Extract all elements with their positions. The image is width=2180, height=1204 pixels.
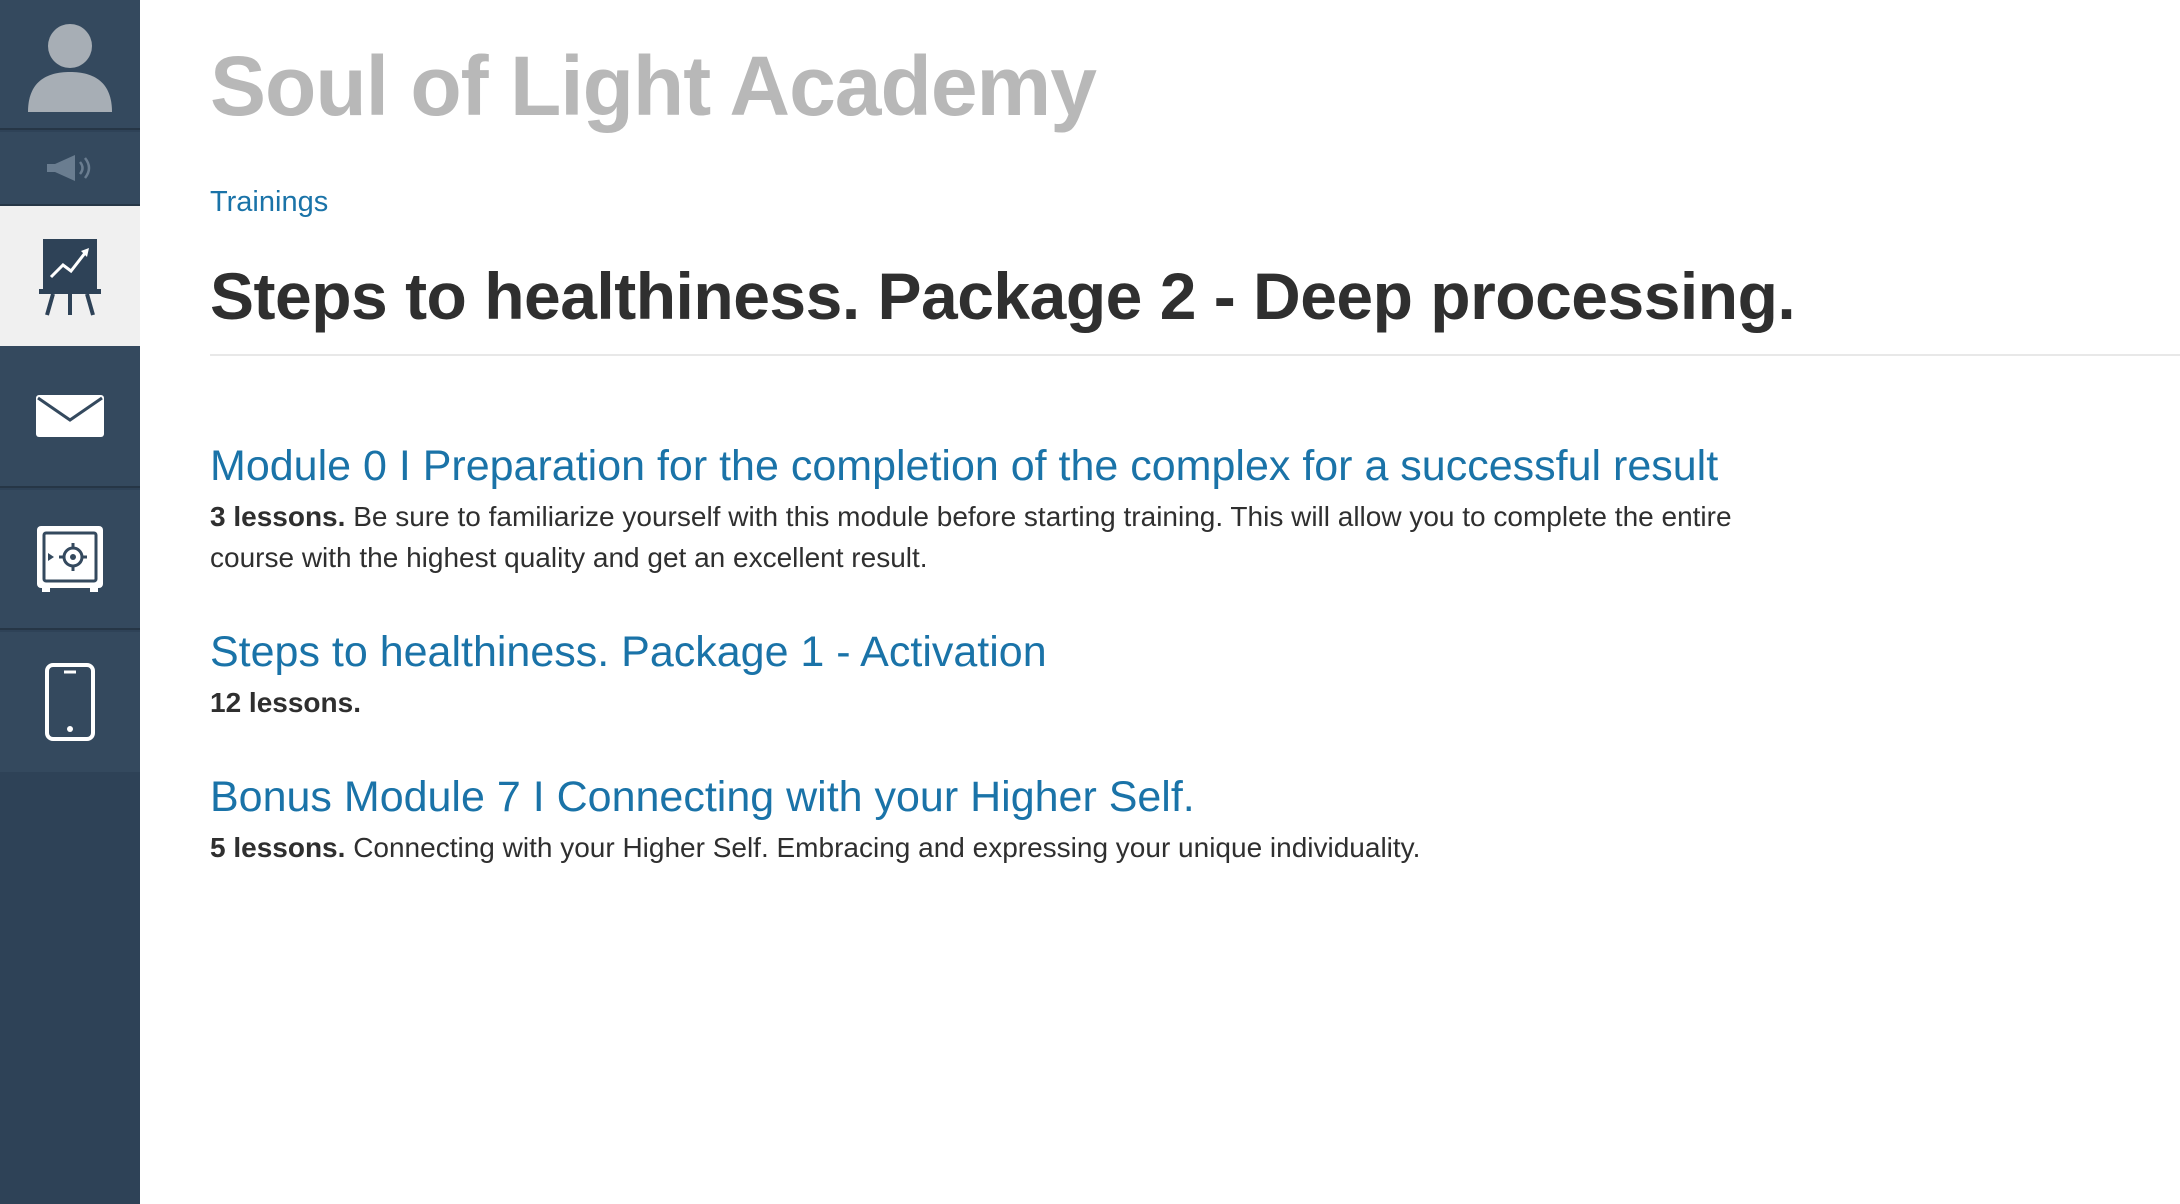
module-lesson-count: 12 lessons.: [210, 687, 361, 718]
title-divider: [210, 354, 2180, 356]
module-description: 5 lessons. Connecting with your Higher S…: [210, 827, 1810, 868]
module-description-text: Connecting with your Higher Self. Embrac…: [353, 832, 1421, 863]
phone-icon: [45, 663, 95, 741]
megaphone-icon: [47, 155, 91, 181]
module-description: 3 lessons. Be sure to familiarize yourse…: [210, 496, 1810, 578]
mail-icon: [36, 395, 104, 437]
module-lesson-count: 3 lessons.: [210, 501, 346, 532]
module-title-link[interactable]: Steps to healthiness. Package 1 - Activa…: [210, 622, 1810, 682]
module-lesson-count: 5 lessons.: [210, 832, 346, 863]
module-title-link[interactable]: Module 0 I Preparation for the completio…: [210, 436, 1810, 496]
sidebar-item-profile[interactable]: [0, 0, 140, 130]
sidebar-item-mobile[interactable]: [0, 632, 140, 772]
module-item: Bonus Module 7 I Connecting with your Hi…: [210, 767, 1810, 868]
user-avatar-icon: [28, 24, 112, 112]
main-content: Soul of Light Academy Trainings Steps to…: [210, 0, 2180, 1204]
sidebar: [0, 0, 140, 1204]
sidebar-item-safe[interactable]: [0, 490, 140, 630]
safe-icon: [37, 526, 103, 592]
sidebar-item-messages[interactable]: [0, 346, 140, 488]
module-title-link[interactable]: Bonus Module 7 I Connecting with your Hi…: [210, 767, 1810, 827]
module-item: Module 0 I Preparation for the completio…: [210, 436, 1810, 578]
page-title: Steps to healthiness. Package 2 - Deep p…: [210, 259, 1796, 333]
site-title: Soul of Light Academy: [210, 39, 1097, 133]
module-description-text: Be sure to familiarize yourself with thi…: [210, 501, 1732, 573]
sidebar-item-announcements[interactable]: [0, 132, 140, 206]
breadcrumb-trainings-link[interactable]: Trainings: [210, 186, 328, 219]
module-item: Steps to healthiness. Package 1 - Activa…: [210, 622, 1810, 723]
module-list: Module 0 I Preparation for the completio…: [210, 436, 1810, 912]
module-description: 12 lessons.: [210, 682, 1810, 723]
sidebar-item-trainings[interactable]: [0, 206, 140, 346]
presentation-chart-icon: [39, 239, 101, 316]
